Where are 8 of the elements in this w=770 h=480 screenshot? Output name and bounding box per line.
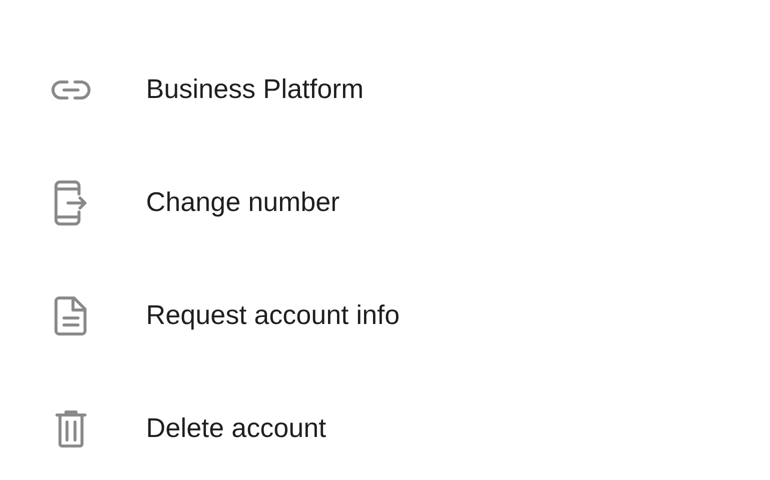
- document-icon: [54, 296, 88, 336]
- trash-icon: [54, 410, 86, 448]
- link-icon: [50, 78, 90, 100]
- menu-item-label[interactable]: Delete account: [146, 408, 326, 449]
- menu-item-label[interactable]: Change number: [146, 182, 340, 223]
- menu-item-label[interactable]: Business Platform: [146, 69, 364, 110]
- menu-item-label[interactable]: Request account info: [146, 295, 400, 336]
- phone-arrow-icon: [54, 180, 88, 226]
